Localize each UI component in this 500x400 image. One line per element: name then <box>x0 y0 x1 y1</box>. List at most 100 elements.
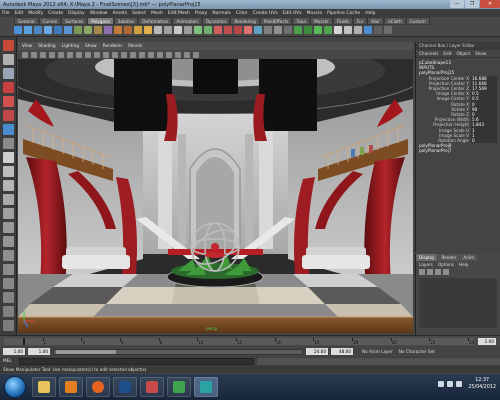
poly-cube-icon[interactable] <box>24 26 32 34</box>
four-view-icon[interactable] <box>2 166 14 177</box>
lasso-tool-icon[interactable] <box>2 54 14 65</box>
bridge-icon[interactable] <box>154 26 162 34</box>
shelf-tab-deformation[interactable]: Deformation <box>138 17 173 25</box>
insert-edgeloop-icon[interactable] <box>184 26 192 34</box>
clock[interactable]: 12:37 25/04/2012 <box>468 377 496 391</box>
automatic-mapping-icon[interactable] <box>244 26 252 34</box>
layout-icon-5[interactable] <box>2 278 14 289</box>
image-plane-icon[interactable] <box>49 51 55 58</box>
select-tool-icon[interactable] <box>2 40 14 51</box>
shelf-tab-fluids[interactable]: Fluids <box>332 17 353 25</box>
reverse-normals-icon[interactable] <box>264 26 272 34</box>
menu-help[interactable]: Help <box>365 11 375 16</box>
poly-cylinder-icon[interactable] <box>34 26 42 34</box>
bevel-icon[interactable] <box>204 26 212 34</box>
shelf-tab-hair[interactable]: Hair <box>367 17 384 25</box>
move-tool-icon[interactable] <box>2 82 14 93</box>
move-layer-up-icon[interactable] <box>419 269 425 275</box>
spherical-mapping-icon[interactable] <box>234 26 242 34</box>
anim-layer-dropdown[interactable]: No Anim Layer <box>362 349 393 354</box>
shelf-tab-toon[interactable]: Toon <box>292 17 311 25</box>
poly-cone-icon[interactable] <box>44 26 52 34</box>
field-chart-icon[interactable] <box>94 51 100 58</box>
menu-edit-mesh[interactable]: Edit Mesh <box>168 11 190 16</box>
panel-menu-renderer[interactable]: Renderer <box>103 44 123 49</box>
command-input[interactable] <box>19 358 254 365</box>
shelf-tab-polygons[interactable]: Polygons <box>87 17 114 25</box>
panel-menu-lighting[interactable]: Lighting <box>62 44 79 49</box>
range-handle[interactable] <box>56 349 116 354</box>
harden-edge-icon[interactable] <box>284 26 292 34</box>
shelf-tab-animation[interactable]: Animation <box>172 17 202 25</box>
attr-value[interactable]: 0 <box>471 138 497 144</box>
manipulator-tool-icon[interactable] <box>2 124 14 135</box>
layer-list[interactable] <box>419 278 497 328</box>
layout-icon-3[interactable] <box>2 250 14 261</box>
playback-end-field[interactable]: 24.00 <box>306 348 328 355</box>
ipr-render-icon[interactable] <box>344 26 352 34</box>
taskbar-firefox[interactable] <box>86 377 110 397</box>
smooth-shade-icon[interactable] <box>121 51 127 58</box>
menu-proxy[interactable]: Proxy <box>195 11 207 16</box>
menu-window[interactable]: Window <box>90 11 108 16</box>
shelf-tab-curves[interactable]: Curves <box>38 17 62 25</box>
menu-assets[interactable]: Assets <box>112 11 127 16</box>
boolean-union-icon[interactable] <box>114 26 122 34</box>
textured-icon[interactable] <box>139 51 145 58</box>
poly-torus-icon[interactable] <box>64 26 72 34</box>
panel-menu-panels[interactable]: Panels <box>128 44 142 49</box>
camera-attributes-icon[interactable] <box>31 51 37 58</box>
safe-action-icon[interactable] <box>103 51 109 58</box>
uv-editor-icon[interactable] <box>254 26 262 34</box>
merge-vertices-icon[interactable] <box>194 26 202 34</box>
persp-graph-icon[interactable] <box>2 194 14 205</box>
layout-icon-6[interactable] <box>2 292 14 303</box>
bookmark-icon[interactable] <box>40 51 46 58</box>
taskbar-explorer[interactable] <box>32 377 56 397</box>
smooth-icon[interactable] <box>104 26 112 34</box>
grid-icon[interactable] <box>58 51 64 58</box>
menu-pipeline-cache[interactable]: Pipeline Cache <box>327 11 360 16</box>
planar-mapping-icon[interactable] <box>214 26 222 34</box>
menu-display[interactable]: Display <box>68 11 85 16</box>
maximize-button[interactable]: ❐ <box>465 0 479 8</box>
layer-menu-options[interactable]: Options <box>438 262 454 267</box>
poly-sphere-icon[interactable] <box>14 26 22 34</box>
extract-icon[interactable] <box>94 26 102 34</box>
menu-modify[interactable]: Modify <box>28 11 43 16</box>
soften-edge-icon[interactable] <box>274 26 282 34</box>
layer-tab-render[interactable]: Render <box>438 254 460 261</box>
film-gate-icon[interactable] <box>67 51 73 58</box>
menu-mesh[interactable]: Mesh <box>151 11 163 16</box>
select-camera-icon[interactable] <box>22 51 28 58</box>
mirror-geometry-icon[interactable] <box>134 26 142 34</box>
scale-tool-icon[interactable] <box>2 110 14 121</box>
extrude-icon[interactable] <box>144 26 152 34</box>
taskbar-photoshop[interactable] <box>113 377 137 397</box>
render-icon[interactable] <box>334 26 342 34</box>
persp-outliner-icon[interactable] <box>2 180 14 191</box>
layer-menu-help[interactable]: Help <box>459 262 469 267</box>
layout-icon-4[interactable] <box>2 264 14 275</box>
taskbar-media-player[interactable] <box>59 377 83 397</box>
shelf-tab-surfaces[interactable]: Surfaces <box>61 17 88 25</box>
freeze-transforms-icon[interactable] <box>324 26 332 34</box>
boolean-difference-icon[interactable] <box>124 26 132 34</box>
layer-menu-layers[interactable]: Layers <box>419 262 433 267</box>
character-set-dropdown[interactable]: No Character Set <box>399 349 435 354</box>
shelf-tab-custom[interactable]: Custom <box>405 17 430 25</box>
shelf-tab-dynamics[interactable]: Dynamics <box>201 17 231 25</box>
hypershade-persp-icon[interactable] <box>2 208 14 219</box>
history-icon[interactable] <box>294 26 302 34</box>
combine-icon[interactable] <box>74 26 82 34</box>
move-layer-down-icon[interactable] <box>427 269 433 275</box>
taskbar-network[interactable] <box>167 377 191 397</box>
resolution-gate-icon[interactable] <box>76 51 82 58</box>
panel-menu-show[interactable]: Show <box>85 44 97 49</box>
range-bar[interactable] <box>53 348 303 355</box>
layer-tab-display[interactable]: Display <box>416 254 438 261</box>
tray-volume-icon[interactable] <box>456 381 463 387</box>
last-tool-icon[interactable] <box>2 138 14 149</box>
panel-menu-shading[interactable]: Shading <box>38 44 55 49</box>
menu-create[interactable]: Create <box>48 11 63 16</box>
